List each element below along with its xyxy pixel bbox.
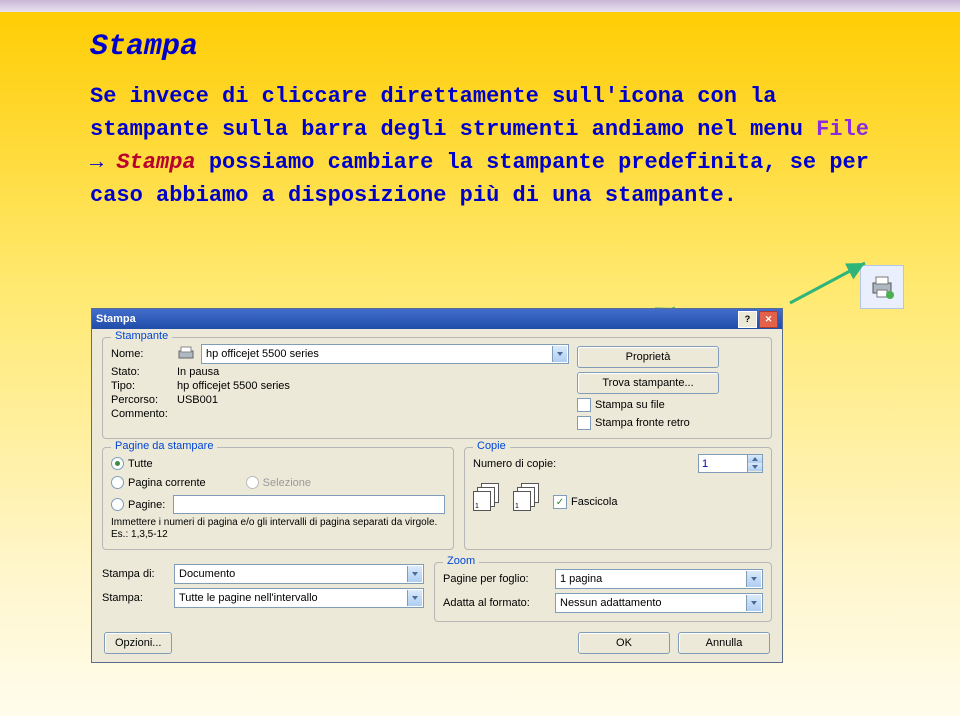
- collate-checkbox[interactable]: ✓Fascicola: [553, 495, 617, 509]
- pages-hint: Immettere i numeri di pagina e/o gli int…: [111, 517, 445, 541]
- toolbar-print-icon[interactable]: [860, 265, 904, 309]
- radio-all-label: Tutte: [128, 458, 153, 470]
- slide-title: Stampa: [90, 30, 198, 64]
- duplex-label: Stampa fronte retro: [595, 417, 690, 429]
- collate-label: Fascicola: [571, 496, 617, 508]
- radio-selection-label: Selezione: [263, 477, 311, 489]
- radio-current-label: Pagina corrente: [128, 477, 206, 489]
- text-prefix: Se invece di cliccare direttamente sull'…: [90, 84, 816, 142]
- label-comment: Commento:: [111, 408, 171, 420]
- printer-small-icon: [177, 345, 195, 363]
- collate-icon-2: 321: [513, 483, 539, 509]
- scale-dropdown[interactable]: Nessun adattamento: [555, 593, 763, 613]
- radio-current[interactable]: Pagina corrente: [111, 476, 206, 489]
- radio-all[interactable]: Tutte: [111, 457, 445, 470]
- dialog-title: Stampa: [96, 313, 136, 325]
- label-name: Nome:: [111, 348, 171, 360]
- slide-top-stripe: [0, 0, 960, 12]
- text-arrow: →: [90, 150, 116, 175]
- per-sheet-value: 1 pagina: [560, 573, 602, 585]
- text-suffix: possiamo cambiare la stampante predefini…: [90, 150, 869, 208]
- print-range-dropdown[interactable]: Tutte le pagine nell'intervallo: [174, 588, 424, 608]
- slide-body-text: Se invece di cliccare direttamente sull'…: [90, 80, 890, 212]
- legend-zoom: Zoom: [443, 555, 479, 567]
- scale-value: Nessun adattamento: [560, 597, 662, 609]
- label-path: Percorso:: [111, 394, 171, 406]
- copies-label: Numero di copie:: [473, 458, 556, 470]
- per-sheet-dropdown[interactable]: 1 pagina: [555, 569, 763, 589]
- path-value: USB001: [177, 394, 218, 406]
- printer-name-value: hp officejet 5500 series: [206, 348, 319, 360]
- legend-pages: Pagine da stampare: [111, 440, 217, 452]
- fieldset-pages: Pagine da stampare Tutte Pagina corrente…: [102, 447, 454, 550]
- text-file-word: File: [816, 117, 869, 142]
- radio-pages[interactable]: Pagine:: [111, 495, 445, 514]
- print-what-value: Documento: [179, 568, 235, 580]
- help-button[interactable]: ?: [738, 311, 757, 328]
- pages-input[interactable]: [173, 495, 445, 514]
- cancel-button[interactable]: Annulla: [678, 632, 770, 654]
- text-stampa-word: Stampa: [116, 150, 195, 175]
- print-dialog: Stampa ? ✕ Stampante Nome: hp officejet …: [91, 308, 783, 663]
- printer-name-dropdown[interactable]: hp officejet 5500 series: [201, 344, 569, 364]
- label-print-range: Stampa:: [102, 592, 168, 604]
- close-button[interactable]: ✕: [759, 311, 778, 328]
- print-to-file-checkbox[interactable]: Stampa su file: [577, 398, 763, 412]
- radio-pages-label: Pagine:: [128, 499, 165, 511]
- legend-copies: Copie: [473, 440, 510, 452]
- label-type: Tipo:: [111, 380, 171, 392]
- dialog-titlebar: Stampa ? ✕: [92, 309, 782, 329]
- printer-icon: [868, 273, 896, 301]
- legend-printer: Stampante: [111, 330, 172, 342]
- options-button[interactable]: Opzioni...: [104, 632, 172, 654]
- print-what-dropdown[interactable]: Documento: [174, 564, 424, 584]
- print-range-value: Tutte le pagine nell'intervallo: [179, 592, 318, 604]
- status-value: In pausa: [177, 366, 219, 378]
- label-print-what: Stampa di:: [102, 568, 168, 580]
- copies-value: 1: [702, 458, 708, 470]
- label-scale: Adatta al formato:: [443, 597, 549, 609]
- fieldset-zoom: Zoom Pagine per foglio:1 pagina Adatta a…: [434, 562, 772, 622]
- collate-icon-1: 321: [473, 483, 499, 509]
- copies-spinner[interactable]: 1: [698, 454, 763, 473]
- find-printer-button[interactable]: Trova stampante...: [577, 372, 719, 394]
- ok-button[interactable]: OK: [578, 632, 670, 654]
- print-to-file-label: Stampa su file: [595, 399, 665, 411]
- label-per-sheet: Pagine per foglio:: [443, 573, 549, 585]
- properties-button[interactable]: Proprietà: [577, 346, 719, 368]
- fieldset-printer: Stampante Nome: hp officejet 5500 series…: [102, 337, 772, 439]
- duplex-checkbox[interactable]: Stampa fronte retro: [577, 416, 763, 430]
- type-value: hp officejet 5500 series: [177, 380, 290, 392]
- fieldset-copies: Copie Numero di copie: 1 321 321 ✓Fasc: [464, 447, 772, 550]
- label-status: Stato:: [111, 366, 171, 378]
- radio-selection: Selezione: [246, 476, 311, 489]
